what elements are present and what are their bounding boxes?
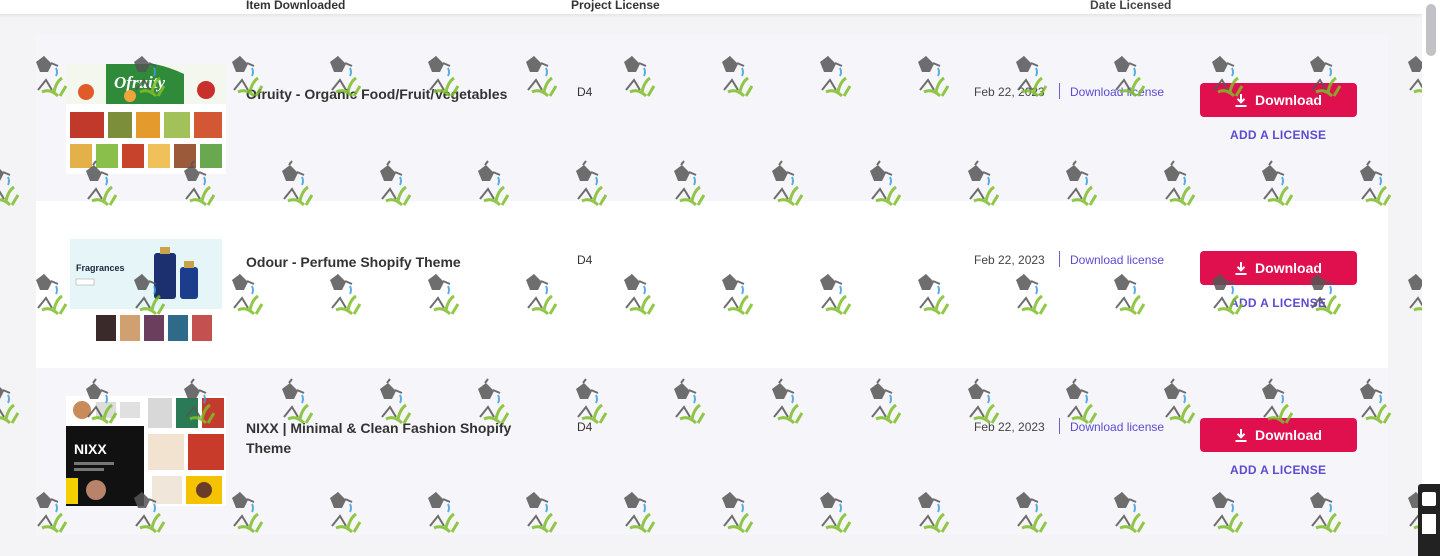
widget-icon xyxy=(1422,492,1436,506)
header-project-license: Project License xyxy=(571,0,660,12)
scrollbar-thumb[interactable] xyxy=(1426,4,1436,56)
add-license-link[interactable]: ADD A LICENSE xyxy=(1230,463,1326,477)
download-button[interactable]: Download xyxy=(1200,83,1357,117)
thumb-logo-text: NIXX xyxy=(74,441,107,457)
item-title[interactable]: Ofruity - Organic Food/Fruit/Vegetables xyxy=(246,84,536,104)
item-thumbnail[interactable]: Fragrances xyxy=(66,233,226,343)
add-license-link[interactable]: ADD A LICENSE xyxy=(1230,296,1326,310)
divider xyxy=(1059,418,1060,434)
download-button-label: Download xyxy=(1255,92,1322,108)
download-icon xyxy=(1235,428,1247,442)
divider xyxy=(1059,251,1060,267)
project-license: D4 xyxy=(577,85,593,99)
project-license: D4 xyxy=(577,420,593,434)
download-button[interactable]: Download xyxy=(1200,418,1357,452)
download-icon xyxy=(1235,93,1247,107)
divider xyxy=(1059,83,1060,99)
item-title[interactable]: Odour - Perfume Shopify Theme xyxy=(246,252,536,272)
download-button-label: Download xyxy=(1255,427,1322,443)
thumb-logo-text: Ofruity xyxy=(114,73,165,92)
table-row: Ofruity Ofruity - Organic Food/Fruit/Veg… xyxy=(36,34,1388,201)
item-title[interactable]: NIXX | Minimal & Clean Fashion Shopify T… xyxy=(246,418,536,458)
date-licensed: Feb 22, 2023 xyxy=(974,253,1045,267)
header-date-licensed: Date Licensed xyxy=(1090,0,1172,12)
project-license: D4 xyxy=(577,253,593,267)
thumb-heading-text: Fragrances xyxy=(76,263,125,273)
date-licensed: Feb 22, 2023 xyxy=(974,420,1045,434)
add-license-link[interactable]: ADD A LICENSE xyxy=(1230,128,1326,142)
download-icon xyxy=(1235,261,1247,275)
widget-panel xyxy=(1422,514,1436,534)
download-license-link[interactable]: Download license xyxy=(1070,420,1164,434)
download-button[interactable]: Download xyxy=(1200,251,1357,285)
header-item-downloaded: Item Downloaded xyxy=(246,0,346,12)
table-row: NIXX NIXX | Minimal & Clean Fashion Shop… xyxy=(36,368,1388,535)
table-header-bar: Item Downloaded Project License Date Lic… xyxy=(0,0,1422,15)
date-licensed: Feb 22, 2023 xyxy=(974,85,1045,99)
table-row: Fragrances Odour - Perfume Shopify Theme… xyxy=(36,201,1388,368)
floating-widget[interactable] xyxy=(1418,484,1440,556)
item-thumbnail[interactable]: NIXX xyxy=(66,396,226,506)
item-thumbnail[interactable]: Ofruity xyxy=(66,64,226,174)
download-button-label: Download xyxy=(1255,260,1322,276)
download-license-link[interactable]: Download license xyxy=(1070,85,1164,99)
download-license-link[interactable]: Download license xyxy=(1070,253,1164,267)
scrollbar[interactable] xyxy=(1422,0,1440,556)
